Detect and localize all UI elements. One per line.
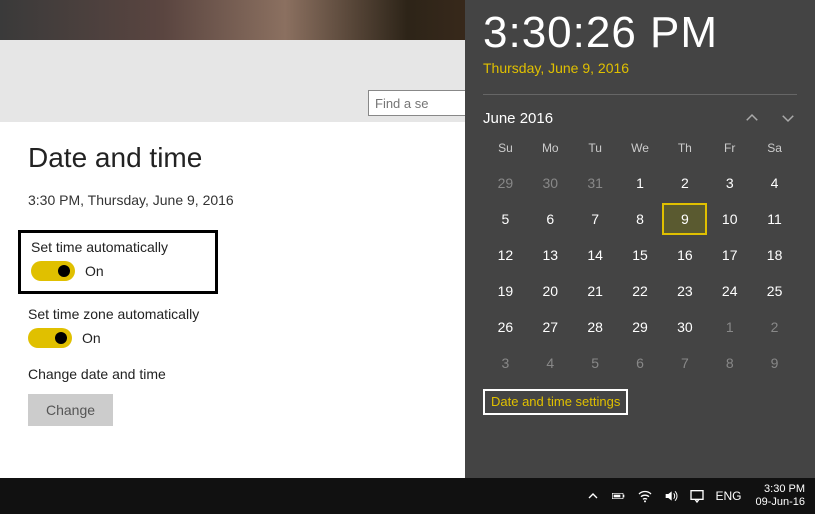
calendar-day[interactable]: 5 <box>483 203 528 235</box>
calendar-day[interactable]: 25 <box>752 275 797 307</box>
calendar-day[interactable]: 10 <box>707 203 752 235</box>
auto-zone-label: Set time zone automatically <box>28 306 437 322</box>
calendar-day[interactable]: 2 <box>752 311 797 343</box>
chevron-down-icon[interactable] <box>779 109 797 127</box>
calendar-day[interactable]: 28 <box>573 311 618 343</box>
calendar-day[interactable]: 13 <box>528 239 573 271</box>
action-center-icon[interactable] <box>689 488 705 504</box>
calendar-day[interactable]: 9 <box>752 347 797 379</box>
calendar-month-label[interactable]: June 2016 <box>483 110 553 127</box>
calendar-day[interactable]: 12 <box>483 239 528 271</box>
clock-calendar-flyout: 3:30:26 PM Thursday, June 9, 2016 June 2… <box>465 0 815 478</box>
calendar-day[interactable]: 24 <box>707 275 752 307</box>
flyout-date[interactable]: Thursday, June 9, 2016 <box>483 60 797 76</box>
calendar-day[interactable]: 5 <box>573 347 618 379</box>
calendar-dow: Sa <box>752 137 797 163</box>
language-indicator[interactable]: ENG <box>715 489 741 503</box>
calendar-grid: SuMoTuWeThFrSa29303112345678910111213141… <box>483 137 797 379</box>
calendar-day[interactable]: 21 <box>573 275 618 307</box>
date-time-settings-pane: Date and time 3:30 PM, Thursday, June 9,… <box>0 122 465 464</box>
calendar-dow: Su <box>483 137 528 163</box>
date-time-settings-link[interactable]: Date and time settings <box>491 394 620 409</box>
calendar-day[interactable]: 4 <box>528 347 573 379</box>
calendar-day[interactable]: 1 <box>707 311 752 343</box>
calendar-day[interactable]: 30 <box>662 311 707 343</box>
calendar-day[interactable]: 3 <box>483 347 528 379</box>
calendar-day[interactable]: 1 <box>618 167 663 199</box>
calendar-day[interactable]: 30 <box>528 167 573 199</box>
calendar-dow: Th <box>662 137 707 163</box>
taskbar[interactable]: ENG 3:30 PM 09-Jun-16 <box>0 478 815 514</box>
calendar-day[interactable]: 31 <box>573 167 618 199</box>
taskbar-time: 3:30 PM <box>755 483 805 496</box>
taskbar-clock[interactable]: 3:30 PM 09-Jun-16 <box>755 483 805 508</box>
auto-time-highlight: Set time automatically On <box>18 230 218 294</box>
calendar-day[interactable]: 8 <box>618 203 663 235</box>
calendar-day[interactable]: 7 <box>662 347 707 379</box>
calendar-day[interactable]: 23 <box>662 275 707 307</box>
calendar-day-today[interactable]: 9 <box>662 203 707 235</box>
calendar-dow: Mo <box>528 137 573 163</box>
current-datetime-text: 3:30 PM, Thursday, June 9, 2016 <box>28 192 437 208</box>
calendar-day[interactable]: 4 <box>752 167 797 199</box>
auto-time-label: Set time automatically <box>31 239 205 255</box>
flyout-time: 3:30:26 PM <box>483 8 797 58</box>
change-button[interactable]: Change <box>28 394 113 426</box>
calendar-day[interactable]: 16 <box>662 239 707 271</box>
calendar-day[interactable]: 29 <box>483 167 528 199</box>
calendar-day[interactable]: 6 <box>618 347 663 379</box>
taskbar-date: 09-Jun-16 <box>755 496 805 509</box>
settings-link-highlight: Date and time settings <box>483 389 628 415</box>
wifi-icon[interactable] <box>637 488 653 504</box>
calendar-dow: We <box>618 137 663 163</box>
auto-time-state: On <box>85 263 104 279</box>
calendar-dow: Fr <box>707 137 752 163</box>
calendar-day[interactable]: 7 <box>573 203 618 235</box>
calendar-day[interactable]: 29 <box>618 311 663 343</box>
calendar-day[interactable]: 19 <box>483 275 528 307</box>
calendar-day[interactable]: 26 <box>483 311 528 343</box>
auto-time-toggle[interactable] <box>31 261 75 281</box>
tray-expand-icon[interactable] <box>585 488 601 504</box>
page-title: Date and time <box>28 142 437 174</box>
calendar-day[interactable]: 11 <box>752 203 797 235</box>
volume-icon[interactable] <box>663 488 679 504</box>
chevron-up-icon[interactable] <box>743 109 761 127</box>
calendar-day[interactable]: 8 <box>707 347 752 379</box>
calendar-day[interactable]: 22 <box>618 275 663 307</box>
calendar-day[interactable]: 14 <box>573 239 618 271</box>
calendar-day[interactable]: 2 <box>662 167 707 199</box>
auto-zone-toggle[interactable] <box>28 328 72 348</box>
calendar-day[interactable]: 17 <box>707 239 752 271</box>
calendar-dow: Tu <box>573 137 618 163</box>
change-datetime-label: Change date and time <box>28 366 437 382</box>
auto-zone-state: On <box>82 330 101 346</box>
calendar-day[interactable]: 15 <box>618 239 663 271</box>
battery-icon[interactable] <box>611 488 627 504</box>
calendar-day[interactable]: 27 <box>528 311 573 343</box>
calendar-day[interactable]: 6 <box>528 203 573 235</box>
calendar-day[interactable]: 3 <box>707 167 752 199</box>
calendar-day[interactable]: 20 <box>528 275 573 307</box>
search-input[interactable] <box>368 90 468 116</box>
calendar-day[interactable]: 18 <box>752 239 797 271</box>
